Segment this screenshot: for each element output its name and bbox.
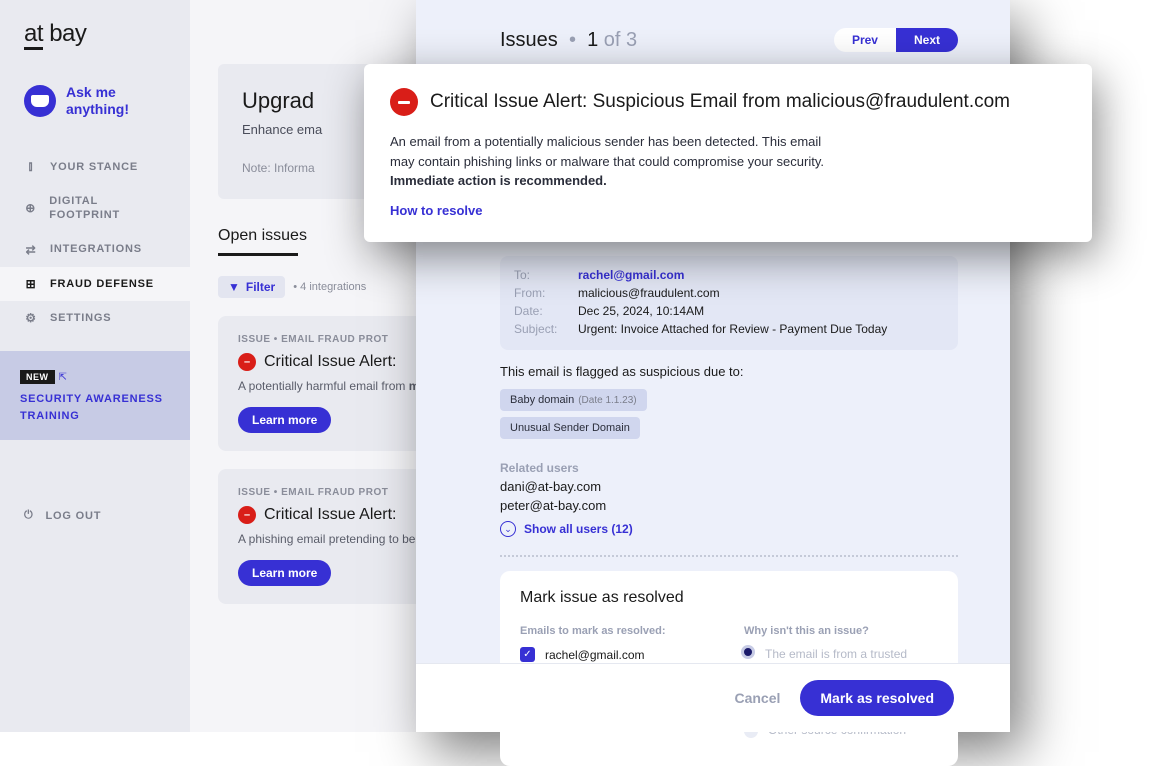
cancel-button[interactable]: Cancel [734,690,780,706]
sidebar-nav: ⫾ YOUR STANCE ⊕ DIGITAL FOOTPRINT ⇄ INTE… [0,150,190,336]
logout-button[interactable]: ⏻ LOG OUT [0,499,190,532]
logo-part1: at [24,20,43,50]
prev-button[interactable]: Prev [834,28,896,52]
bar-chart-icon: ⫾ [24,160,38,174]
new-badge: NEW [20,370,55,384]
related-users: Related users dani@at-bay.com peter@at-b… [500,461,958,537]
gear-icon: ⚙ [24,311,38,325]
logo-part2: bay [49,20,86,47]
next-button[interactable]: Next [896,28,958,52]
meta-subject-label: Subject: [514,322,564,336]
panel-nav: Prev Next [834,28,958,52]
how-to-resolve-link[interactable]: How to resolve [390,203,482,218]
sidebar-item-settings[interactable]: ⚙ SETTINGS [0,301,190,335]
ask-me-button[interactable]: Ask meanything! [0,72,190,130]
meta-date-label: Date: [514,304,564,318]
meta-to-label: To: [514,268,564,282]
logo: at bay [0,20,190,64]
power-icon: ⏻ [24,509,34,522]
filter-button[interactable]: ▼ Filter [218,276,285,298]
meta-subject-value: Urgent: Invoice Attached for Review - Pa… [578,322,887,336]
flag-badge: Baby domain(Date 1.1.23) [500,389,647,411]
related-user-email: dani@at-bay.com [500,479,958,494]
tab-underline [218,253,298,256]
alert-icon: – [238,506,256,524]
globe-icon: ⊕ [24,201,37,215]
panel-header: Issues • 1 of 3 Prev Next [416,0,1010,64]
learn-more-button[interactable]: Learn more [238,560,331,586]
plug-icon: ⇄ [24,243,38,257]
learn-more-button[interactable]: Learn more [238,407,331,433]
funnel-icon: ▼ [228,280,240,294]
email-metadata: To: rachel@gmail.com From: malicious@fraud… [500,256,958,350]
meta-to-value[interactable]: rachel@gmail.com [578,268,684,282]
issue-title: Critical Issue Alert: [264,506,396,524]
meta-date-value: Dec 25, 2024, 10:14AM [578,304,704,318]
related-users-heading: Related users [500,461,958,475]
issue-title: Critical Issue Alert: [264,353,396,371]
promo-banner[interactable]: NEW ⇱ SECURITY AWARENESS TRAINING [0,351,190,440]
emails-column-label: Emails to mark as resolved: [520,625,714,637]
meta-from-label: From: [514,286,564,300]
show-all-users-button[interactable]: ⌄ Show all users (12) [500,521,958,537]
sidebar-item-stance[interactable]: ⫾ YOUR STANCE [0,150,190,184]
sidebar-item-integrations[interactable]: ⇄ INTEGRATIONS [0,232,190,266]
shield-icon: ⊞ [24,277,38,291]
alert-icon: – [238,353,256,371]
promo-text: SECURITY AWARENESS TRAINING [20,391,170,424]
related-user-email: peter@at-bay.com [500,498,958,513]
alert-body: An email from a potentially malicious se… [390,132,830,191]
external-link-icon: ⇱ [59,372,67,383]
resolve-heading: Mark issue as resolved [520,589,938,607]
flag-badge: Unusual Sender Domain [500,417,640,439]
panel-footer: Cancel Mark as resolved [416,663,1010,732]
critical-alert-toast: Critical Issue Alert: Suspicious Email f… [364,64,1092,242]
filter-note: • 4 integrations [293,281,366,293]
flag-badges: Baby domain(Date 1.1.23) [500,389,958,411]
mark-resolved-button[interactable]: Mark as resolved [800,680,954,716]
reasons-column-label: Why isn't this an issue? [744,625,938,637]
flag-reason-heading: This email is flagged as suspicious due … [500,364,958,379]
divider [500,555,958,557]
email-checkbox-row[interactable]: ✓ rachel@gmail.com [520,647,714,662]
radio-filled-icon [741,645,755,659]
sidebar-item-fraud[interactable]: ⊞ FRAUD DEFENSE [0,267,190,301]
ask-me-label: Ask meanything! [66,84,129,118]
alert-title: Critical Issue Alert: Suspicious Email f… [430,91,1010,113]
checkbox-checked-icon: ✓ [520,647,535,662]
sidebar: at bay Ask meanything! ⫾ YOUR STANCE ⊕ D… [0,0,190,732]
sidebar-item-digital[interactable]: ⊕ DIGITAL FOOTPRINT [0,184,190,233]
chat-bubble-icon [24,85,56,117]
chevron-down-icon: ⌄ [500,521,516,537]
alert-icon [390,88,418,116]
panel-title: Issues • 1 of 3 [500,29,637,52]
meta-from-value: malicious@fraudulent.com [578,286,720,300]
